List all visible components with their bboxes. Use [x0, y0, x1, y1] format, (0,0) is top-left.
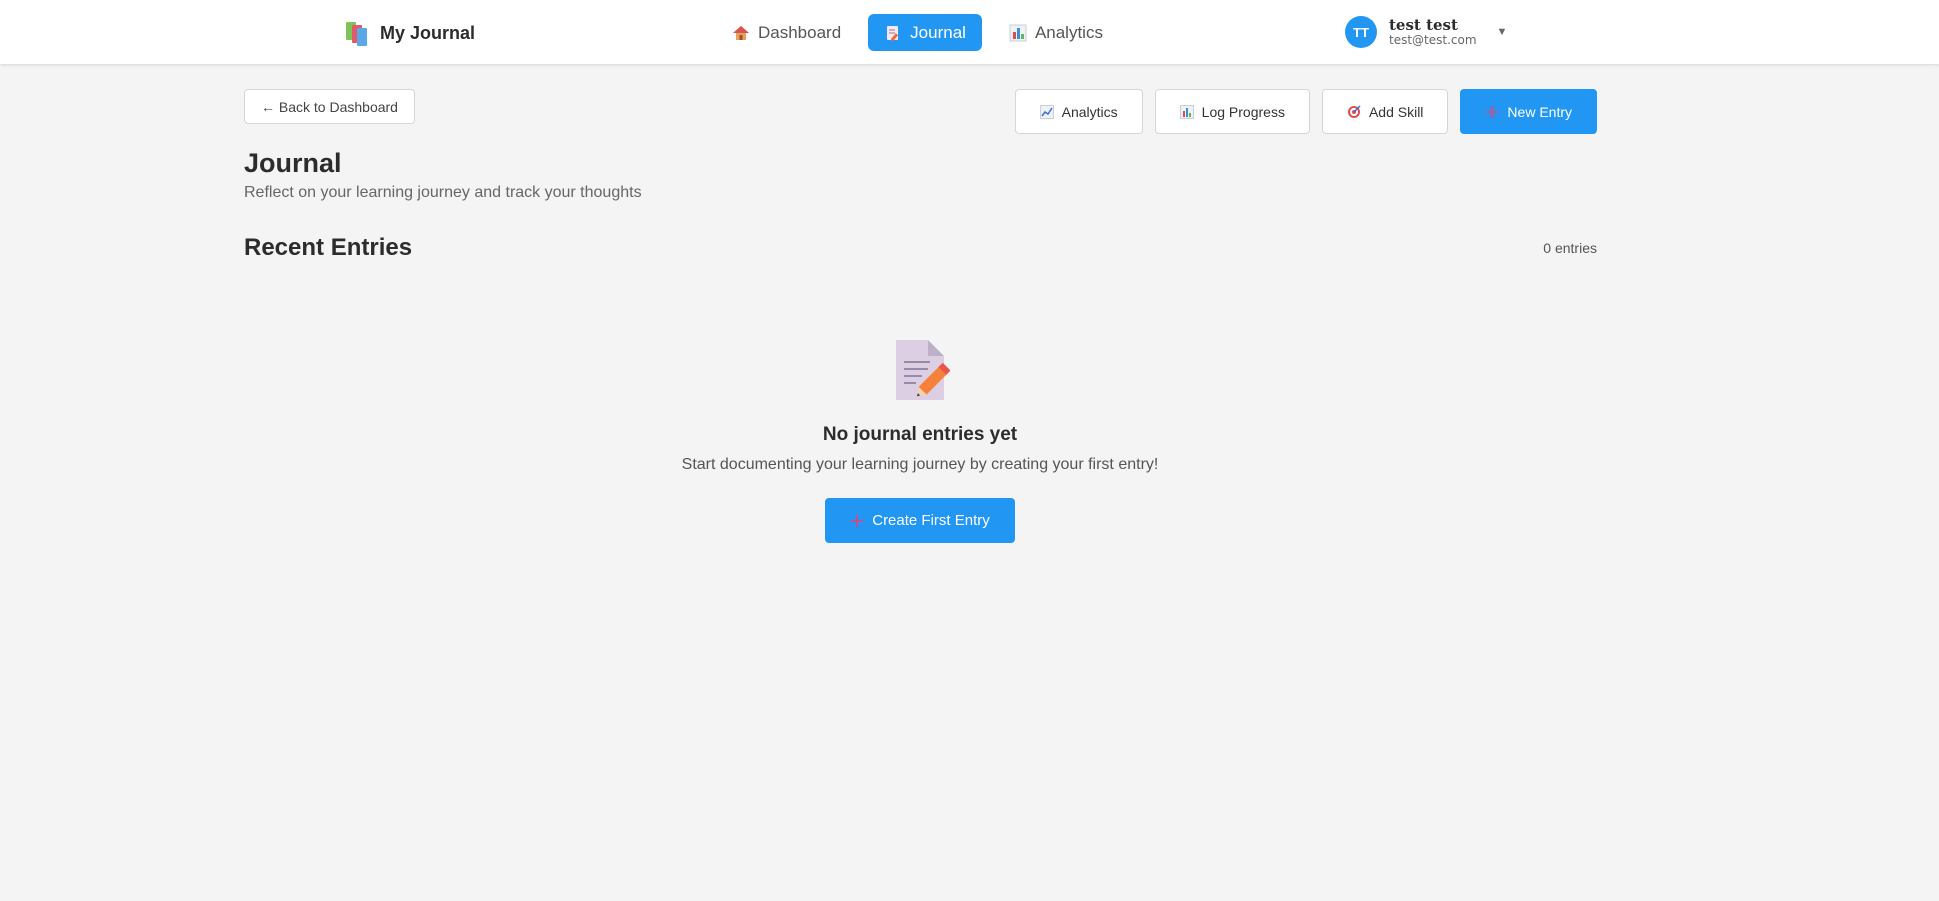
entry-count: 0 entries [1543, 240, 1597, 256]
back-to-dashboard-button[interactable]: ← Back to Dashboard [244, 89, 415, 124]
add-skill-button-label: Add Skill [1368, 103, 1424, 120]
chevron-down-icon[interactable]: ▼ [1497, 26, 1508, 38]
brand-title: My Journal [380, 22, 476, 43]
analytics-button-label: Analytics [1061, 103, 1118, 120]
nav-journal[interactable]: Journal [868, 14, 982, 51]
nav-analytics[interactable]: Analytics [993, 14, 1119, 51]
empty-state-title: No journal entries yet [822, 424, 1018, 445]
top-navbar: My Journal Dashboard Journal Analytics T… [0, 0, 1939, 64]
analytics-button[interactable]: Analytics [1014, 89, 1143, 134]
back-label: ← Back to Dashboard [261, 98, 398, 115]
new-entry-button[interactable]: New Entry [1460, 89, 1597, 134]
bar-chart-icon [1179, 104, 1194, 119]
action-toolbar: Analytics Log Progress Add Skill New Ent… [1014, 89, 1597, 134]
memo-icon [884, 24, 902, 42]
target-icon [1347, 104, 1361, 119]
user-menu[interactable]: TT test test test@test.com ▼ [1345, 16, 1507, 48]
house-icon [732, 24, 750, 42]
page-title: Journal [244, 148, 342, 178]
nav-dashboard-label: Dashboard [758, 22, 842, 42]
log-progress-button[interactable]: Log Progress [1154, 89, 1310, 134]
log-progress-button-label: Log Progress [1201, 103, 1285, 120]
new-entry-button-label: New Entry [1507, 103, 1572, 120]
empty-state: No journal entries yet Start documenting… [0, 338, 1840, 543]
memo-icon [890, 338, 951, 404]
add-skill-button[interactable]: Add Skill [1321, 89, 1449, 134]
line-chart-icon [1039, 104, 1054, 119]
user-email: test@test.com [1389, 32, 1477, 47]
create-first-entry-label: Create First Entry [872, 512, 990, 529]
empty-state-text: Start documenting your learning journey … [681, 456, 1159, 473]
brand[interactable]: My Journal [344, 20, 475, 46]
page-subtitle: Reflect on your learning journey and tra… [244, 184, 642, 201]
user-name: test test [1389, 16, 1458, 35]
bar-chart-icon [1009, 24, 1027, 42]
create-first-entry-button[interactable]: Create First Entry [825, 498, 1015, 543]
nav-journal-label: Journal [910, 22, 966, 42]
nav-analytics-label: Analytics [1034, 22, 1103, 42]
section-title: Recent Entries [244, 234, 413, 261]
plus-icon [1485, 105, 1499, 119]
nav-dashboard[interactable]: Dashboard [716, 14, 857, 51]
main-nav: Dashboard Journal Analytics [716, 14, 1119, 51]
books-icon [344, 20, 370, 46]
avatar[interactable]: TT [1345, 16, 1377, 48]
plus-icon [850, 514, 864, 528]
